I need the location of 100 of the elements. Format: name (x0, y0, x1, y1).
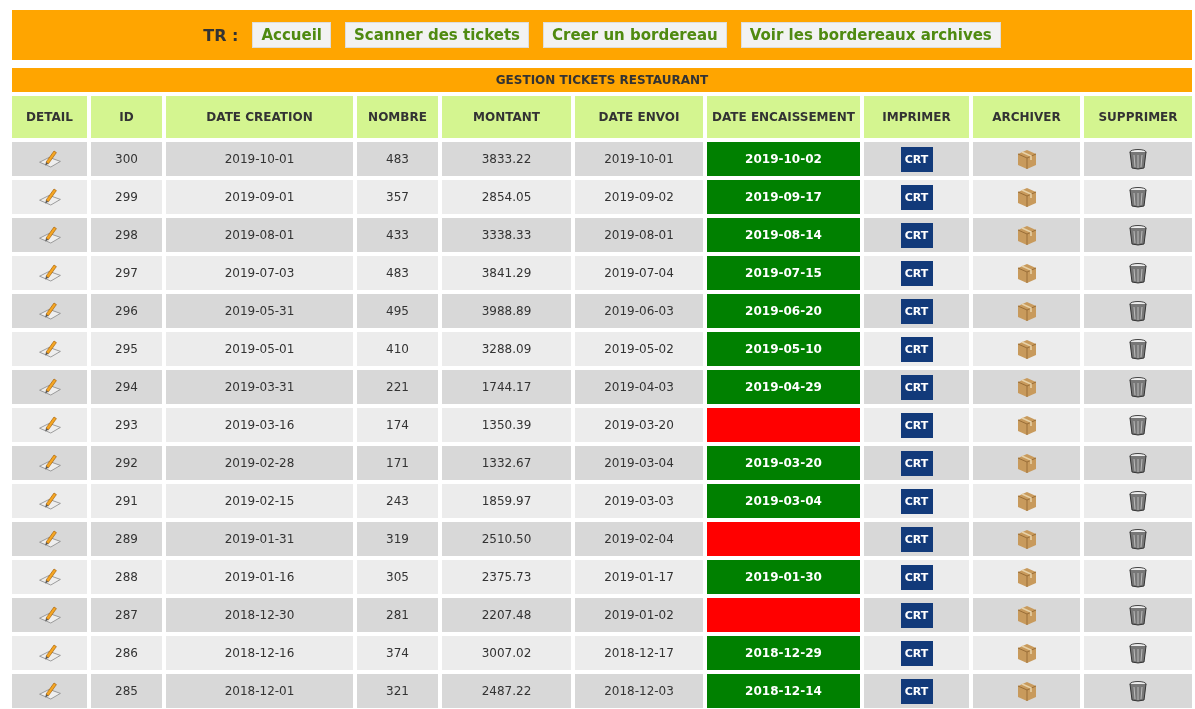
cashed-date-cell: 2019-07-15 (707, 256, 860, 290)
trash-icon[interactable] (1126, 489, 1150, 513)
table-cell: 2019-09-01 (166, 180, 353, 214)
table-cell: 298 (91, 218, 162, 252)
trash-icon[interactable] (1126, 299, 1150, 323)
table-cell: 3988.89 (442, 294, 571, 328)
nav-link[interactable]: Scanner des tickets (344, 22, 530, 48)
table-cell: 2019-03-16 (166, 408, 353, 442)
table-cell: 288 (91, 560, 162, 594)
table-cell: 357 (357, 180, 438, 214)
nav-link[interactable]: Voir les bordereaux archives (740, 22, 1001, 48)
print-logo-icon[interactable]: CRT (900, 374, 933, 400)
table-cell: 2019-10-01 (166, 142, 353, 176)
print-logo-icon[interactable]: CRT (900, 146, 933, 172)
trash-icon[interactable] (1126, 223, 1150, 247)
table-cell: 291 (91, 484, 162, 518)
cashed-date-cell: 2019-05-10 (707, 332, 860, 366)
table-cell: 2019-02-04 (575, 522, 703, 556)
table-cell: 3841.29 (442, 256, 571, 290)
table-cell: 2207.48 (442, 598, 571, 632)
table-cell: 2375.73 (442, 560, 571, 594)
table-cell: 2019-02-28 (166, 446, 353, 480)
trash-icon[interactable] (1126, 375, 1150, 399)
table-cell: 2019-09-02 (575, 180, 703, 214)
print-logo-icon[interactable]: CRT (900, 184, 933, 210)
trash-icon[interactable] (1126, 603, 1150, 627)
trash-icon[interactable] (1126, 413, 1150, 437)
cashed-date-cell: 2019-06-20 (707, 294, 860, 328)
table-cell: 297 (91, 256, 162, 290)
table-cell: 2019-03-31 (166, 370, 353, 404)
table-cell: 293 (91, 408, 162, 442)
table-cell: 1744.17 (442, 370, 571, 404)
table-cell: 2510.50 (442, 522, 571, 556)
table-cell: 2019-03-03 (575, 484, 703, 518)
table-cell: 287 (91, 598, 162, 632)
table-cell: 1859.97 (442, 484, 571, 518)
nav-link[interactable]: Accueil (252, 22, 331, 48)
print-logo-icon[interactable]: CRT (900, 222, 933, 248)
column-header: ID (91, 96, 162, 138)
table-cell: 2019-08-01 (166, 218, 353, 252)
table-cell: 2019-05-02 (575, 332, 703, 366)
cashed-date-cell: 2018-12-29 (707, 636, 860, 670)
table-cell: 2018-12-17 (575, 636, 703, 670)
trash-icon[interactable] (1126, 147, 1150, 171)
print-logo-icon[interactable]: CRT (900, 450, 933, 476)
print-logo-icon[interactable]: CRT (900, 412, 933, 438)
table-cell: 300 (91, 142, 162, 176)
print-logo-icon[interactable]: CRT (900, 564, 933, 590)
trash-icon[interactable] (1126, 261, 1150, 285)
trash-icon[interactable] (1126, 565, 1150, 589)
table-cell: 2019-03-04 (575, 446, 703, 480)
table-cell: 2019-03-20 (575, 408, 703, 442)
table-cell: 171 (357, 446, 438, 480)
print-logo-icon[interactable]: CRT (900, 678, 933, 704)
column-header: DETAIL (12, 96, 87, 138)
table-cell: 2019-01-16 (166, 560, 353, 594)
print-logo-icon[interactable]: CRT (900, 336, 933, 362)
print-logo-icon[interactable]: CRT (900, 488, 933, 514)
table-cell: 2019-04-03 (575, 370, 703, 404)
table-cell: 2018-12-30 (166, 598, 353, 632)
table-cell: 495 (357, 294, 438, 328)
table-cell: 410 (357, 332, 438, 366)
cashed-date-cell: 2019-01-30 (707, 560, 860, 594)
column-header: DATE CREATION (166, 96, 353, 138)
table-cell: 3338.33 (442, 218, 571, 252)
table-cell: 292 (91, 446, 162, 480)
print-logo-icon[interactable]: CRT (900, 260, 933, 286)
print-logo-icon[interactable]: CRT (900, 640, 933, 666)
print-logo-icon[interactable]: CRT (900, 602, 933, 628)
table-cell: 2854.05 (442, 180, 571, 214)
table-cell: 2018-12-16 (166, 636, 353, 670)
cashed-date-cell: 2019-04-29 (707, 370, 860, 404)
table-cell: 174 (357, 408, 438, 442)
column-header: SUPPRIMER (1084, 96, 1192, 138)
trash-icon[interactable] (1126, 337, 1150, 361)
table-cell: 483 (357, 142, 438, 176)
column-header: NOMBRE (357, 96, 438, 138)
table-cell: 295 (91, 332, 162, 366)
table-cell: 2019-01-02 (575, 598, 703, 632)
table-cell: 3007.02 (442, 636, 571, 670)
trash-icon[interactable] (1126, 451, 1150, 475)
print-logo-icon[interactable]: CRT (900, 526, 933, 552)
print-logo-icon[interactable]: CRT (900, 298, 933, 324)
table-cell: 296 (91, 294, 162, 328)
trash-icon[interactable] (1126, 641, 1150, 665)
table-cell: 305 (357, 560, 438, 594)
nav-link[interactable]: Creer un bordereau (543, 22, 727, 48)
cashed-date-cell: 2019-03-04 (707, 484, 860, 518)
table-cell: 221 (357, 370, 438, 404)
cashed-date-cell: 2019-09-17 (707, 180, 860, 214)
table-cell: 433 (357, 218, 438, 252)
column-header: IMPRIMER (864, 96, 969, 138)
trash-icon[interactable] (1126, 185, 1150, 209)
table-cell: 1332.67 (442, 446, 571, 480)
trash-icon[interactable] (1126, 679, 1150, 703)
nav-label: TR : (203, 25, 239, 45)
table-cell: 2019-07-03 (166, 256, 353, 290)
trash-icon[interactable] (1126, 527, 1150, 551)
column-header: MONTANT (442, 96, 571, 138)
table-cell: 3833.22 (442, 142, 571, 176)
